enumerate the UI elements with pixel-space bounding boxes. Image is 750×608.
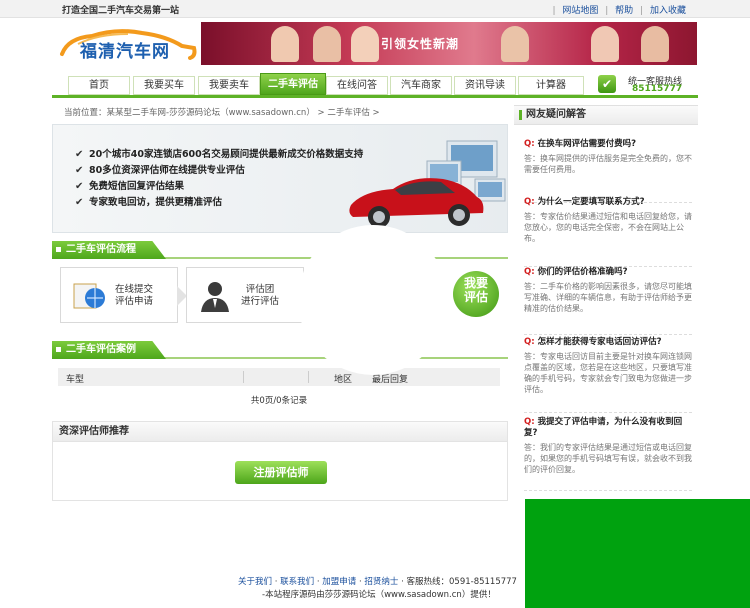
globe-document-icon	[73, 283, 105, 309]
column-header-region: 地区	[334, 375, 353, 385]
faq-item: Q: 我提交了评估申请，为什么没有收到回复? 答：我们的专家评估结果是通过短信或…	[524, 417, 692, 491]
cases-section-header: 二手车评估案例	[52, 341, 508, 359]
appraisal-promo-banner: ✔ 20个城市40家连锁店600名交易顾问提供最新成交价格数据支持 ✔ 80多位资深…	[52, 124, 508, 233]
model-photo	[351, 26, 379, 62]
red-car-illustration	[349, 140, 506, 228]
register-appraiser-button[interactable]: 注册评估师	[235, 461, 327, 484]
faq-question[interactable]: Q: 我提交了评估申请，为什么没有收到回复?	[524, 417, 692, 439]
site-slogan: 打造全国二手汽车交易第一站	[62, 6, 180, 16]
model-photo	[641, 26, 669, 62]
promo-item: ✔ 80多位资深评估师在线提供专业评估	[75, 163, 363, 179]
faq-question[interactable]: Q: 为什么一定要填写联系方式?	[524, 197, 692, 208]
nav-car-appraisal[interactable]: 二手车评估	[260, 73, 326, 95]
checkmark-icon: ✔	[75, 181, 84, 192]
faq-question[interactable]: Q: 在换车网评估需要付费吗?	[524, 139, 692, 150]
faq-question[interactable]: Q: 你们的评估价格准确吗?	[524, 267, 692, 278]
banner-text: 引领女性新潮	[381, 37, 460, 51]
faq-answer: 答：换车网提供的评估服务是完全免费的，您不需要任何费用。	[524, 154, 692, 174]
faq-sidebar: 网友疑问解答 Q: 在换车网评估需要付费吗? 答：换车网提供的评估服务是完全免费…	[514, 105, 698, 495]
promo-item: ✔ 20个城市40家连锁店600名交易顾问提供最新成交价格数据支持	[75, 147, 363, 163]
appraiser-person-icon	[201, 282, 229, 312]
checkmark-icon: ✔	[75, 197, 84, 208]
checkmark-icon: ✔	[75, 165, 84, 176]
faq-answer: 答：二手车价格的影响因素很多，请您尽可能填写准确、详细的车辆信息，有助于评估师给…	[524, 282, 692, 313]
cases-section-title: 二手车评估案例	[52, 341, 166, 359]
nav-calculator[interactable]: 计算器	[518, 76, 584, 95]
faq-answer: 答：专家电话回访目前主要是针对换车网连锁网点覆盖的区域，您若是在这些地区，只要填…	[524, 352, 692, 394]
hotline: ✔ 统一客服热线 85115777	[596, 74, 696, 94]
site-logo[interactable]: 福清汽车网	[58, 24, 198, 68]
faq-title: 网友疑问解答	[514, 105, 698, 125]
main-nav: 首页 我要买车 我要卖车 二手车评估 在线问答 汽车商家 资讯导读 计算器	[68, 73, 586, 95]
footer-link-franchise[interactable]: 加盟申请	[322, 577, 356, 587]
flow-step-label: 评估团 进行评估	[241, 284, 280, 307]
faq-item: Q: 你们的评估价格准确吗? 答：二手车价格的影响因素很多，请您尽可能填写准确、…	[524, 267, 692, 335]
promo-list: ✔ 20个城市40家连锁店600名交易顾问提供最新成交价格数据支持 ✔ 80多位资深…	[75, 147, 363, 211]
nav-online-qa[interactable]: 在线问答	[326, 76, 388, 95]
faq-question[interactable]: Q: 怎样才能获得专家电话回访评估?	[524, 337, 692, 348]
model-photo	[271, 26, 299, 62]
model-photo	[501, 26, 529, 62]
flow-section-title: 二手车评估流程	[52, 241, 166, 259]
flow-section-header: 二手车评估流程	[52, 241, 508, 259]
flow-step-evaluate: 评估团 进行评估	[186, 267, 313, 323]
nav-dealers[interactable]: 汽车商家	[390, 76, 452, 95]
faq-answer: 答：专家估价结果通过短信和电话回复给您，请您放心，您的电话完全保密，不会在网站上…	[524, 212, 692, 243]
nav-underline	[52, 95, 698, 98]
pager: 共0页/0条记录	[250, 396, 308, 406]
promo-item: ✔ 免费短信回复评估结果	[75, 179, 363, 195]
model-photo	[313, 26, 341, 62]
check-icon: ✔	[598, 75, 616, 93]
expert-section: 资深评估师推荐 注册评估师	[52, 421, 508, 501]
top-banner-ad[interactable]: 引领女性新潮	[201, 22, 697, 65]
request-appraisal-button[interactable]: 我要 评估	[453, 271, 499, 317]
add-favorite-link[interactable]: 加入收藏	[650, 6, 686, 16]
cases-table: 车型 地区 最后回复 共0页/0条记录	[58, 368, 500, 406]
flow-step-submit: 在线提交 评估申请	[60, 267, 187, 323]
footer-hotline: 客服热线：0591-85115777	[406, 577, 517, 587]
checkmark-icon: ✔	[75, 149, 84, 160]
nav-buy-car[interactable]: 我要买车	[133, 76, 195, 95]
footer-link-contact[interactable]: 联系我们	[280, 577, 314, 587]
flow-step-label: 在线提交 评估申请	[115, 284, 154, 307]
help-link[interactable]: 帮助	[615, 6, 633, 16]
footer: 关于我们 · 联系我们 · 加盟申请 · 招贤纳士 · 客服热线：0591-85…	[0, 568, 750, 608]
top-links: | 网站地图 | 帮助 | 加入收藏	[552, 6, 686, 16]
white-circle-overlay	[298, 225, 448, 375]
cases-table-header: 车型 地区 最后回复	[58, 368, 500, 386]
top-bar: 打造全国二手汽车交易第一站 | 网站地图 | 帮助 | 加入收藏	[0, 0, 750, 18]
faq-item: Q: 在换车网评估需要付费吗? 答：换车网提供的评估服务是完全免费的，您不需要任…	[524, 139, 692, 203]
nav-news[interactable]: 资讯导读	[454, 76, 516, 95]
footer-link-about[interactable]: 关于我们	[238, 577, 272, 587]
footer-links: 关于我们 · 联系我们 · 加盟申请 · 招贤纳士 · 客服热线：0591-85…	[238, 577, 517, 587]
footer-copyright: -本站程序源码由莎莎源码论坛（www.sasadown.cn）提供！	[262, 590, 496, 600]
faq-item: Q: 怎样才能获得专家电话回访评估? 答：专家电话回访目前主要是针对换车网连锁网…	[524, 337, 692, 413]
model-photo	[591, 26, 619, 62]
faq-item: Q: 为什么一定要填写联系方式? 答：专家估价结果通过短信和电话回复给您，请您放…	[524, 197, 692, 267]
nav-sell-car[interactable]: 我要卖车	[198, 76, 260, 95]
nav-home[interactable]: 首页	[68, 76, 130, 95]
sitemap-link[interactable]: 网站地图	[562, 6, 598, 16]
hotline-number: 85115777	[632, 84, 683, 94]
expert-section-title: 资深评估师推荐	[53, 422, 507, 442]
logo-text: 福清汽车网	[80, 42, 170, 62]
footer-link-jobs[interactable]: 招贤纳士	[364, 577, 398, 587]
column-header-model: 车型	[66, 375, 85, 385]
breadcrumb: 当前位置：某某型二手车网-莎莎源码论坛（www.sasadown.cn） > 二…	[64, 108, 380, 118]
promo-item: ✔ 专家致电回访，提供更精准评估	[75, 195, 363, 211]
faq-answer: 答：我们的专家评估结果是通过短信或电话回复的，如果您的手机号码填写有误，就会收不…	[524, 443, 692, 474]
